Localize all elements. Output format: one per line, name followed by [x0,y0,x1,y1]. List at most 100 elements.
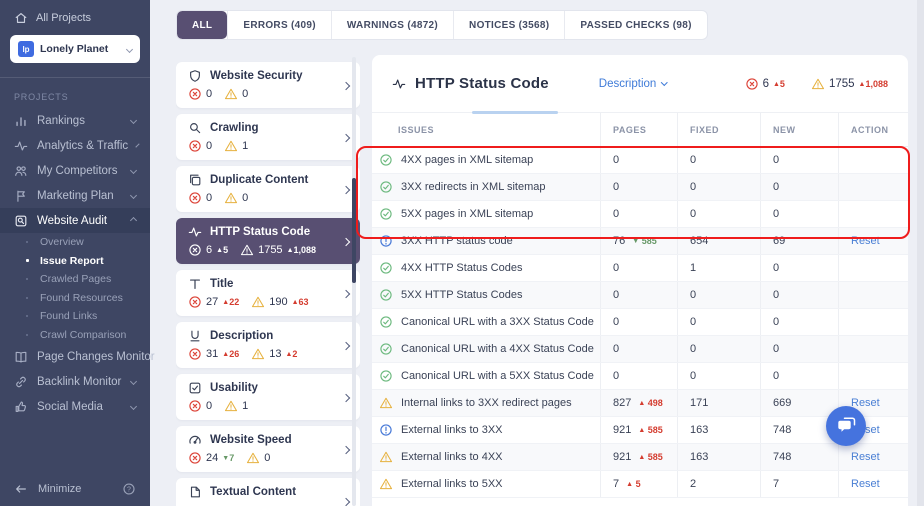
category-textual-content[interactable]: Textual Content [176,478,360,506]
issue-row-internal-links-to-3xx-redirect-pages[interactable]: Internal links to 3XX redirect pages827▲… [372,390,908,417]
issue-cell: 5XX HTTP Status Codes [372,282,600,308]
reset-link[interactable]: Reset [851,397,880,409]
fixed-cell: 163 [677,444,760,470]
pages-cell: 0 [600,309,677,335]
pages-cell: 7▲ 5 [600,471,677,497]
issue-label: External links to 3XX [401,424,503,436]
column-header-new: NEW [760,113,838,146]
sidebar-item-backlink-monitor[interactable]: Backlink Monitor [0,369,150,394]
issue-row-4xx-pages-in-xml-sitemap[interactable]: 4XX pages in XML sitemap000 [372,147,908,174]
reset-link[interactable]: Reset [851,478,880,490]
action-cell [838,147,908,173]
tab-all[interactable]: ALL [177,11,227,39]
sidebar-subitem-crawled-pages[interactable]: Crawled Pages [0,270,150,289]
issue-row-external-links-to-5xx[interactable]: External links to 5XX7▲ 527Reset [372,471,908,498]
link-icon [14,375,28,389]
pages-delta: ▲ 585 [638,425,662,435]
category-title: Website Security [188,69,348,83]
help-icon[interactable]: ? [122,482,136,496]
sidebar-item-rankings[interactable]: Rankings [0,108,150,133]
reset-link[interactable]: Reset [851,235,880,247]
warnings-count: 1 [224,139,248,153]
sidebar-nav-top: RankingsAnalytics & TrafficMy Competitor… [0,108,150,233]
sidebar-item-social-media[interactable]: Social Media [0,394,150,419]
notice-info-icon [379,423,393,437]
errors-count: 0 [188,87,212,101]
fixed-cell: 0 [677,147,760,173]
fixed-cell: 163 [677,417,760,443]
issue-row-external-links-to-4xx[interactable]: External links to 4XX921▲ 585163748Reset [372,444,908,471]
sidebar-subitem-crawl-comparison[interactable]: Crawl Comparison [0,326,150,345]
issue-row-5xx-pages-in-xml-sitemap[interactable]: 5XX pages in XML sitemap000 [372,201,908,228]
pages-cell: 0 [600,336,677,362]
column-header-issues: ISSUES [372,113,600,146]
sidebar-subitem-issue-report[interactable]: Issue Report [0,252,150,271]
page-scrollbar[interactable] [917,0,924,506]
category-description[interactable]: Description31▲2613▲2 [176,322,360,368]
category-title: Duplicate Content [188,173,348,187]
all-projects-link[interactable]: All Projects [0,0,150,33]
view-selector-dropdown[interactable]: Description [599,78,667,90]
warning-icon [224,191,238,205]
sidebar-item-page-changes-monitor[interactable]: Page Changes Monitor [0,344,150,369]
issue-row-canonical-url-with-a-5xx-status-code[interactable]: Canonical URL with a 5XX Status Code000 [372,363,908,390]
category-crawling[interactable]: Crawling01 [176,114,360,160]
category-scrollbar [352,57,356,506]
sidebar-item-analytics-traffic[interactable]: Analytics & Traffic [0,133,150,158]
passed-check-icon [379,153,393,167]
issue-row-canonical-url-with-a-3xx-status-code[interactable]: Canonical URL with a 3XX Status Code000 [372,309,908,336]
project-selector[interactable]: lp Lonely Planet [10,35,140,63]
issue-row-canonical-url-with-a-4xx-status-code[interactable]: Canonical URL with a 4XX Status Code000 [372,336,908,363]
issue-row-3xx-http-status-code[interactable]: 3XX HTTP status code76▼ 58565469Reset [372,228,908,255]
view-selector-underline [472,111,558,114]
category-scrollbar-thumb[interactable] [352,178,356,283]
sidebar-subitem-overview[interactable]: Overview [0,233,150,252]
pages-cell: 0 [600,282,677,308]
issue-label: External links to 5XX [401,478,503,490]
minimize-button[interactable]: Minimize [38,483,112,495]
category-counts: 31▲2613▲2 [188,347,348,361]
sidebar-item-my-competitors[interactable]: My Competitors [0,158,150,183]
tab-passed-checks[interactable]: PASSED CHECKS (98) [564,11,706,39]
sidebar-item-marketing-plan[interactable]: Marketing Plan [0,183,150,208]
website-audit-submenu: OverviewIssue ReportCrawled PagesFound R… [0,233,150,344]
home-icon [14,11,28,25]
chevron-down-icon [130,403,137,410]
sidebar-subitem-found-resources[interactable]: Found Resources [0,289,150,308]
category-title[interactable]: Title27▲22190▲63 [176,270,360,316]
issue-row-5xx-http-status-codes[interactable]: 5XX HTTP Status Codes000 [372,282,908,309]
pages-cell: 0 [600,363,677,389]
chevron-right-icon [343,232,349,250]
chevron-down-icon [126,45,133,52]
action-cell [838,255,908,281]
category-website-security[interactable]: Website Security 00 [176,62,360,108]
sidebar-item-website-audit[interactable]: Website Audit [0,208,150,233]
category-usability[interactable]: Usability01 [176,374,360,420]
tab-warnings[interactable]: WARNINGS (4872) [331,11,453,39]
action-cell: Reset [838,471,908,497]
column-header-fixed: FIXED [677,113,760,146]
warnings-count: 1755▲1,088 [240,243,316,257]
category-duplicate-content[interactable]: Duplicate Content00 [176,166,360,212]
chat-widget-button[interactable] [826,406,866,446]
new-cell: 0 [760,147,838,173]
page-icon [188,485,202,499]
all-projects-label: All Projects [36,12,91,24]
issue-cell: External links to 4XX [372,444,600,470]
issue-row-3xx-redirects-in-xml-sitemap[interactable]: 3XX redirects in XML sitemap000 [372,174,908,201]
warnings-delta: 1,088 [865,79,888,89]
pages-cell: 0 [600,147,677,173]
pages-delta: ▲ 5 [626,479,640,489]
category-counts: 27▲22190▲63 [188,295,348,309]
category-counts: 00 [188,87,348,101]
warnings-count: 0 [224,191,248,205]
sidebar-item-label: Website Audit [37,215,122,227]
category-website-speed[interactable]: Website Speed24▼70 [176,426,360,472]
issue-row-4xx-http-status-codes[interactable]: 4XX HTTP Status Codes010 [372,255,908,282]
sidebar-subitem-found-links[interactable]: Found Links [0,307,150,326]
tab-errors[interactable]: ERRORS (409) [227,11,331,39]
pulse-icon [392,77,406,91]
tab-notices[interactable]: NOTICES (3568) [453,11,564,39]
category-http-status-code[interactable]: HTTP Status Code6▲51755▲1,088 [176,218,360,264]
reset-link[interactable]: Reset [851,451,880,463]
